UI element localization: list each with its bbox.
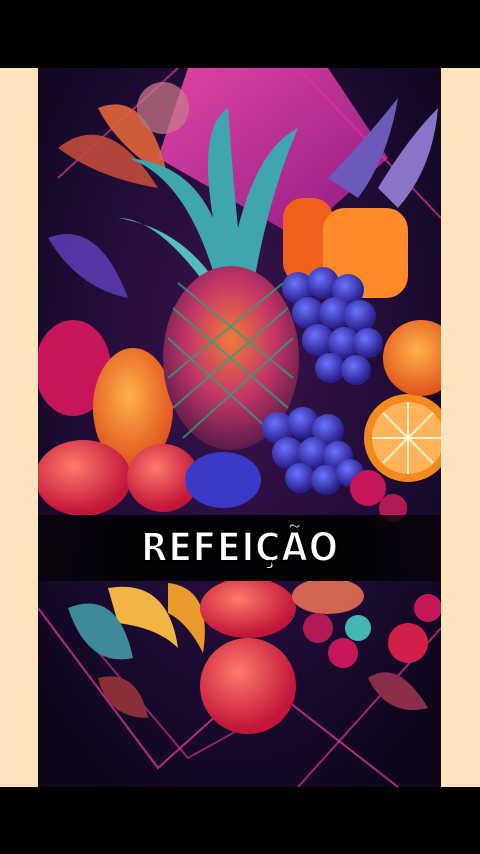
fruit-artwork [38, 68, 441, 787]
video-frame[interactable]: REFEIÇÃO [38, 68, 441, 787]
top-letterbox [0, 0, 480, 68]
caption-band: REFEIÇÃO [38, 515, 441, 581]
left-side-bar [0, 68, 38, 787]
right-side-bar [441, 68, 480, 787]
bottom-letterbox [0, 787, 480, 854]
caption-text: REFEIÇÃO [140, 524, 339, 572]
